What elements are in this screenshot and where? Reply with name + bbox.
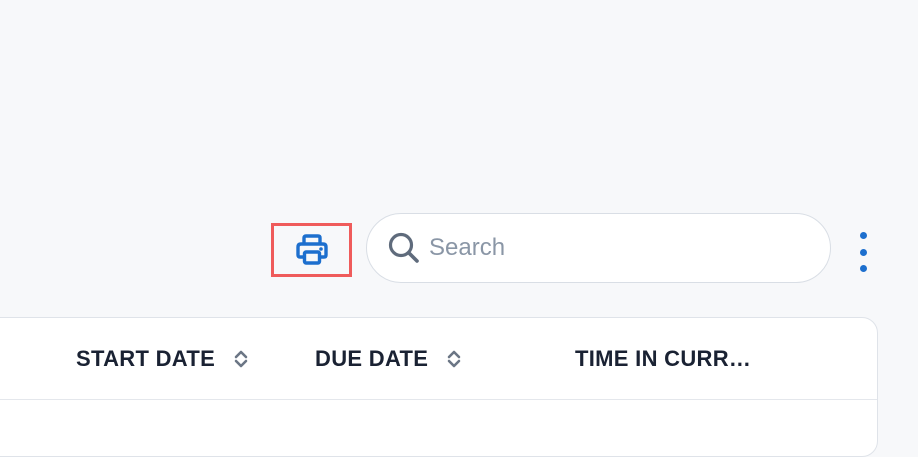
data-table: START DATE DUE DATE TIME IN CURR… xyxy=(0,317,878,457)
search-input[interactable] xyxy=(429,234,799,262)
more-vertical-icon xyxy=(859,232,867,239)
column-header-label: START DATE xyxy=(76,346,216,371)
sort-icon[interactable] xyxy=(446,348,462,370)
column-header-start-date[interactable]: START DATE xyxy=(76,345,249,373)
search-box[interactable] xyxy=(366,213,831,283)
sort-icon[interactable] xyxy=(233,348,249,370)
table-header-row: START DATE DUE DATE TIME IN CURR… xyxy=(0,318,877,400)
column-header-label: DUE DATE xyxy=(315,346,429,371)
print-button[interactable] xyxy=(274,226,349,274)
column-header-label: TIME IN CURR… xyxy=(575,346,752,371)
search-icon xyxy=(387,231,421,265)
column-header-time-in-current[interactable]: TIME IN CURR… xyxy=(575,345,751,373)
more-options-button[interactable] xyxy=(850,232,876,272)
printer-icon xyxy=(295,234,329,266)
column-header-due-date[interactable]: DUE DATE xyxy=(315,345,462,373)
